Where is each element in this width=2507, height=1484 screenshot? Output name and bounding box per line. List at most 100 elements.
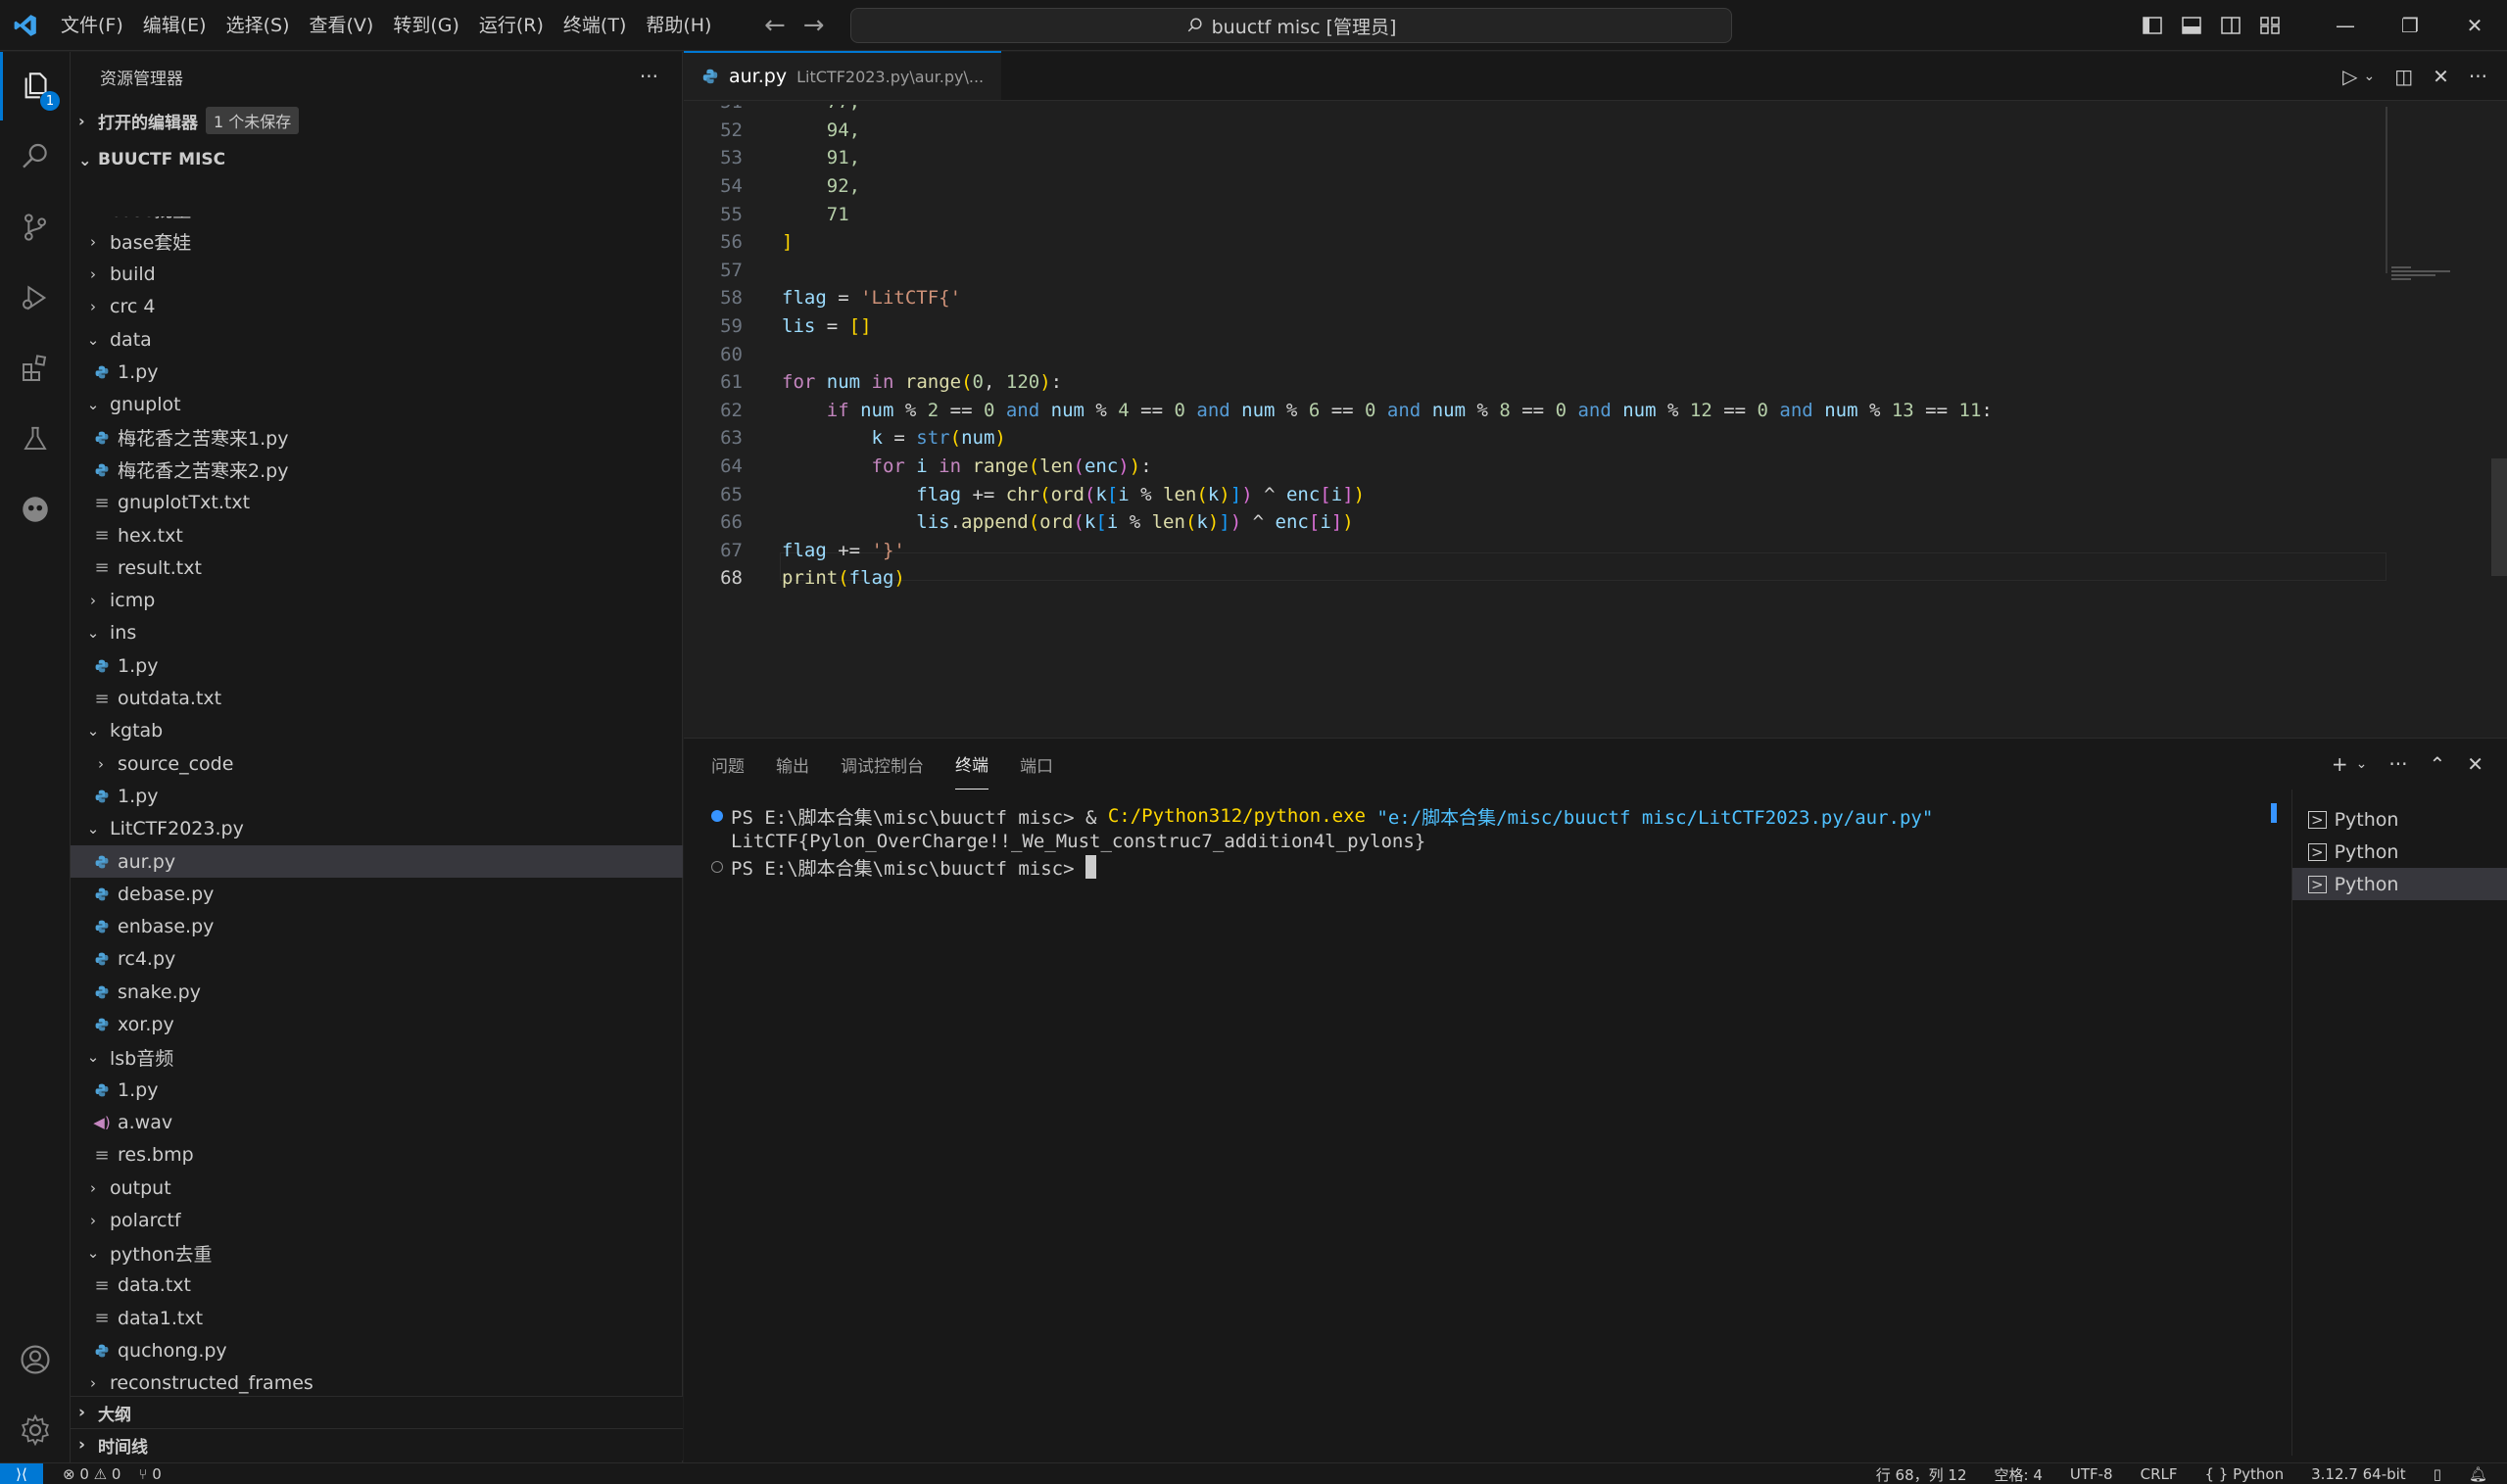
explorer-icon[interactable]: 1	[0, 52, 71, 120]
tree-file[interactable]: ≡ hex.txt	[71, 519, 683, 551]
timeline-section[interactable]: › 时间线	[71, 1428, 683, 1460]
restore-icon[interactable]: ❐	[2378, 0, 2442, 51]
tree-file[interactable]: snake.py	[71, 976, 683, 1008]
tree-folder[interactable]: › build	[71, 259, 683, 291]
end-of-line[interactable]: CRLF	[2141, 1465, 2178, 1483]
tree-folder[interactable]: › reconstructed_frames	[71, 1367, 683, 1400]
run-debug-icon[interactable]	[0, 263, 71, 332]
close-panel-icon[interactable]: ✕	[2467, 752, 2483, 776]
tree-file[interactable]: 梅花香之苦寒来1.py	[71, 421, 683, 454]
editor-scrollbar[interactable]	[2491, 458, 2507, 576]
more-actions-icon[interactable]: ···	[640, 65, 658, 88]
tree-folder[interactable]: ⌄ kgtab	[71, 715, 683, 747]
language-mode[interactable]: { } Python	[2205, 1465, 2285, 1483]
tree-folder[interactable]: › base套娃	[71, 225, 683, 258]
search-icon[interactable]	[0, 122, 71, 191]
testing-flask-icon[interactable]	[0, 405, 71, 473]
terminal-instance[interactable]: > Python	[2292, 803, 2507, 836]
menu-selection[interactable]: 选择(S)	[217, 0, 300, 51]
run-python-file-icon[interactable]: ▷	[2342, 65, 2357, 88]
source-control-icon[interactable]	[0, 193, 71, 262]
copilot-icon[interactable]: ▯	[2434, 1465, 2441, 1483]
open-editors-section[interactable]: › 打开的编辑器 1 个未保存	[71, 105, 682, 136]
minimize-icon[interactable]: —	[2313, 0, 2378, 51]
tree-folder[interactable]: › source_code	[71, 747, 683, 780]
tree-file[interactable]: ◀︎) a.wav	[71, 1106, 683, 1138]
tab-output[interactable]: 输出	[776, 739, 809, 790]
ports-status[interactable]: ⑂ 0	[138, 1465, 161, 1483]
customize-layout-icon[interactable]	[2250, 0, 2290, 51]
encoding[interactable]: UTF-8	[2070, 1465, 2113, 1483]
remote-explorer-icon[interactable]	[0, 475, 71, 544]
cursor-position[interactable]: 行 68，列 12	[1876, 1464, 1967, 1484]
notifications-bell-icon[interactable]: 🔔︎	[2469, 1465, 2487, 1483]
menu-go[interactable]: 转到(G)	[383, 0, 469, 51]
command-success-icon[interactable]	[711, 810, 723, 822]
menu-view[interactable]: 查看(V)	[300, 0, 384, 51]
tree-folder[interactable]: › output	[71, 1172, 683, 1204]
forward-arrow-icon[interactable]: →	[803, 10, 825, 41]
tree-file[interactable]: 1.py	[71, 357, 683, 389]
tree-file[interactable]: 1.py	[71, 780, 683, 812]
close-window-icon[interactable]: ✕	[2442, 0, 2507, 51]
close-editor-icon[interactable]: ✕	[2433, 65, 2449, 88]
tab-aur-py[interactable]: aur.py LitCTF2023.py\aur.py\...	[684, 51, 1002, 100]
settings-gear-icon[interactable]	[0, 1396, 71, 1464]
tree-folder[interactable]: ⌄ gnuplot	[71, 389, 683, 421]
more-actions-icon[interactable]: ···	[2388, 752, 2407, 776]
tree-file[interactable]: aur.py	[71, 845, 683, 878]
tree-folder[interactable]: ⌄ lsb音频	[71, 1041, 683, 1074]
tree-file[interactable]: 1.py	[71, 1074, 683, 1106]
tab-terminal[interactable]: 终端	[955, 739, 988, 790]
tree-file[interactable]: xor.py	[71, 1009, 683, 1041]
tree-file[interactable]: quchong.py	[71, 1335, 683, 1367]
problems-status[interactable]: ⊗ 0 ⚠ 0	[63, 1465, 121, 1483]
tree-file[interactable]: debase.py	[71, 878, 683, 910]
more-actions-icon[interactable]: ···	[2469, 65, 2487, 88]
tree-folder[interactable]: ⌄ python去重	[71, 1237, 683, 1269]
back-arrow-icon[interactable]: ←	[764, 10, 786, 41]
terminal-instance[interactable]: > Python	[2292, 836, 2507, 868]
toggle-panel-icon[interactable]	[2172, 0, 2211, 51]
tree-file[interactable]: enbase.py	[71, 911, 683, 943]
tree-file[interactable]: ≡ result.txt	[71, 551, 683, 584]
tree-file[interactable]: ≡ gnuplotTxt.txt	[71, 487, 683, 519]
tree-folder[interactable]: › polarctf	[71, 1204, 683, 1236]
tree-folder[interactable]: › icmp	[71, 585, 683, 617]
terminal-output[interactable]: PS E:\脚本合集\misc\buuctf misc> & C:/Python…	[684, 803, 2271, 1450]
toggle-secondary-sidebar-icon[interactable]	[2211, 0, 2250, 51]
tree-file[interactable]: 1.py	[71, 649, 683, 682]
tree-file[interactable]: ≡ outdata.txt	[71, 683, 683, 715]
code-editor[interactable]: 51 77,52 94,53 91,54 92,55 7156]5758flag…	[684, 105, 2388, 738]
tree-file[interactable]: 梅花香之苦寒来2.py	[71, 454, 683, 486]
outline-section[interactable]: › 大纲	[71, 1396, 683, 1428]
tab-ports[interactable]: 端口	[1020, 739, 1053, 790]
minimap[interactable]	[2386, 105, 2483, 301]
command-center-search[interactable]: buuctf misc [管理员]	[850, 8, 1732, 43]
menu-edit[interactable]: 编辑(E)	[133, 0, 217, 51]
tree-folder[interactable]: ⌄ data	[71, 323, 683, 356]
remote-indicator-icon[interactable]: ⟩⟨	[0, 1462, 43, 1484]
tree-folder[interactable]: ⌄ ins	[71, 617, 683, 649]
extensions-icon[interactable]	[0, 334, 71, 403]
tree-folder[interactable]: › crc 4	[71, 291, 683, 323]
menu-help[interactable]: 帮助(H)	[636, 0, 721, 51]
tree-folder[interactable]: › base批量	[71, 216, 683, 225]
terminal-instance[interactable]: > Python	[2292, 868, 2507, 900]
chevron-down-icon[interactable]: ⌄	[2364, 69, 2376, 84]
tab-problems[interactable]: 问题	[711, 739, 745, 790]
maximize-panel-icon[interactable]: ⌃	[2429, 752, 2445, 776]
toggle-primary-sidebar-icon[interactable]	[2133, 0, 2172, 51]
split-editor-icon[interactable]: ◫	[2394, 65, 2413, 88]
indentation[interactable]: 空格: 4	[1995, 1464, 2043, 1484]
new-terminal-icon[interactable]: +	[2332, 752, 2348, 776]
tree-file[interactable]: ≡ res.bmp	[71, 1139, 683, 1172]
menu-terminal[interactable]: 终端(T)	[554, 0, 636, 51]
menu-run[interactable]: 运行(R)	[469, 0, 554, 51]
tree-file[interactable]: ≡ data1.txt	[71, 1302, 683, 1334]
command-pending-icon[interactable]	[711, 861, 723, 873]
tree-folder[interactable]: ⌄ LitCTF2023.py	[71, 813, 683, 845]
workspace-section[interactable]: ⌄ BUUCTF MISC	[71, 144, 682, 175]
tab-debug-console[interactable]: 调试控制台	[841, 739, 924, 790]
python-interpreter[interactable]: 3.12.7 64-bit	[2311, 1465, 2406, 1483]
